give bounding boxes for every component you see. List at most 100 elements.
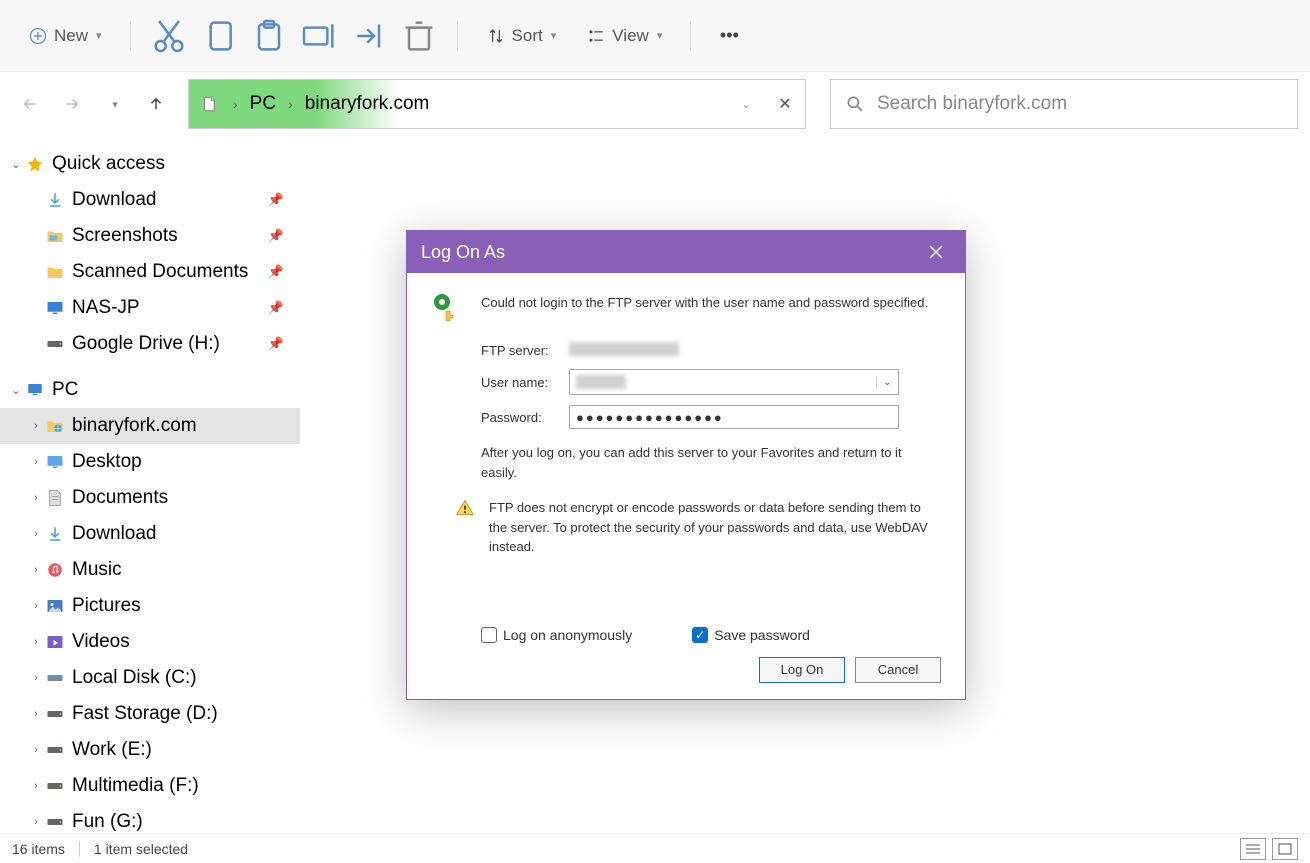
sidebar-item[interactable]: Google Drive (H:)📌 <box>0 326 300 362</box>
ftp-server-value <box>569 342 679 356</box>
sidebar-item[interactable]: Download📌 <box>0 182 300 218</box>
new-button[interactable]: New ▾ <box>18 20 112 52</box>
sidebar-item[interactable]: NAS-JP 📌 <box>0 290 300 326</box>
chevron-down-icon[interactable]: ⌄ <box>8 384 24 397</box>
desktop-icon <box>44 454 66 470</box>
dialog-warning: FTP does not encrypt or encode passwords… <box>489 498 941 557</box>
search-input[interactable] <box>877 93 1283 115</box>
sort-button[interactable]: Sort ▾ <box>476 20 567 52</box>
status-selection: 1 item selected <box>94 841 188 857</box>
pictures-icon <box>44 598 66 614</box>
chevron-down-icon[interactable]: ⌄ <box>8 158 24 171</box>
address-dropdown[interactable]: ⌄ <box>725 80 765 128</box>
sidebar-item[interactable]: › Work (E:) <box>0 732 300 768</box>
address-bar[interactable]: › PC › binaryfork.com ⌄ ✕ <box>188 79 806 129</box>
chevron-right-icon[interactable]: › <box>284 96 297 112</box>
sidebar-item[interactable]: › Documents <box>0 480 300 516</box>
sidebar-pc[interactable]: ⌄ PC <box>0 372 300 408</box>
sidebar-item[interactable]: ›Music <box>0 552 300 588</box>
status-bar: 16 items 1 item selected <box>0 833 1310 863</box>
chevron-right-icon[interactable]: › <box>28 780 44 792</box>
crumb-pc[interactable]: PC <box>242 93 284 115</box>
sidebar-item-label: Fun (G:) <box>72 811 143 833</box>
chevron-right-icon[interactable]: › <box>28 528 44 540</box>
sidebar-item[interactable]: Screenshots📌 <box>0 218 300 254</box>
more-icon[interactable]: ••• <box>709 16 749 56</box>
logon-button[interactable]: Log On <box>759 657 845 683</box>
details-view-button[interactable] <box>1240 838 1266 860</box>
chevron-right-icon[interactable]: › <box>28 564 44 576</box>
anon-label: Log on anonymously <box>503 627 632 643</box>
pin-icon[interactable]: 📌 <box>268 192 284 208</box>
anon-checkbox[interactable]: Log on anonymously <box>481 627 632 643</box>
sidebar-item[interactable]: ›Download <box>0 516 300 552</box>
cut-icon[interactable] <box>149 16 189 56</box>
chevron-down-icon[interactable]: ⌄ <box>876 377 898 388</box>
share-icon[interactable] <box>349 16 389 56</box>
pin-icon[interactable]: 📌 <box>268 228 284 244</box>
chevron-down-icon: ▾ <box>657 29 663 42</box>
sidebar-item-label: binaryfork.com <box>72 415 197 437</box>
dialog-message: Could not login to the FTP server with t… <box>481 291 941 328</box>
chevron-right-icon[interactable]: › <box>28 816 44 828</box>
password-field[interactable]: ●●●●●●●●●●●●●●● <box>569 405 899 429</box>
forward-button[interactable] <box>54 86 90 122</box>
sidebar-item[interactable]: ›Local Disk (C:) <box>0 660 300 696</box>
location-icon <box>189 94 229 114</box>
sidebar-item[interactable]: ›Fast Storage (D:) <box>0 696 300 732</box>
save-password-checkbox[interactable]: ✓ Save password <box>692 627 810 643</box>
folder-icon <box>44 264 66 280</box>
sidebar-item-label: NAS-JP <box>72 297 140 319</box>
folder-img-icon <box>44 228 66 244</box>
chevron-right-icon[interactable]: › <box>28 672 44 684</box>
chevron-right-icon[interactable]: › <box>28 600 44 612</box>
pin-icon[interactable]: 📌 <box>268 264 284 280</box>
sidebar-quick-access[interactable]: ⌄ Quick access <box>0 146 300 182</box>
new-label: New <box>54 26 88 46</box>
sidebar-item[interactable]: › Multimedia (F:) <box>0 768 300 804</box>
username-label: User name: <box>481 375 569 390</box>
rename-icon[interactable] <box>299 16 339 56</box>
delete-icon[interactable] <box>399 16 439 56</box>
search-icon <box>845 94 865 114</box>
back-button[interactable] <box>12 86 48 122</box>
sidebar-item[interactable]: ›Videos <box>0 624 300 660</box>
chevron-right-icon[interactable]: › <box>28 492 44 504</box>
chevron-right-icon[interactable]: › <box>28 456 44 468</box>
sidebar-item[interactable]: › Desktop <box>0 444 300 480</box>
icons-view-button[interactable] <box>1272 838 1298 860</box>
globe-icon <box>44 417 66 435</box>
warning-icon <box>455 498 477 557</box>
search-box[interactable] <box>830 79 1298 129</box>
chevron-right-icon[interactable]: › <box>28 636 44 648</box>
checkbox-checked-icon: ✓ <box>692 627 708 643</box>
copy-icon[interactable] <box>199 16 239 56</box>
monitor-icon <box>44 300 66 316</box>
paste-icon[interactable] <box>249 16 289 56</box>
pin-icon[interactable]: 📌 <box>268 300 284 316</box>
sidebar-item-label: Desktop <box>72 451 142 473</box>
chevron-right-icon[interactable]: › <box>229 96 242 112</box>
chevron-right-icon[interactable]: › <box>28 744 44 756</box>
sidebar-item[interactable]: › binaryfork.com <box>0 408 300 444</box>
address-close[interactable]: ✕ <box>765 80 805 128</box>
close-button[interactable] <box>921 237 951 267</box>
view-button[interactable]: View ▾ <box>576 20 672 52</box>
sidebar-item[interactable]: Scanned Documents📌 <box>0 254 300 290</box>
sidebar-item-label: Work (E:) <box>72 739 152 761</box>
crumb-loc[interactable]: binaryfork.com <box>297 93 438 115</box>
download-icon <box>44 525 66 543</box>
drive-icon <box>44 743 66 757</box>
sidebar-item-label: Multimedia (F:) <box>72 775 199 797</box>
chevron-right-icon[interactable]: › <box>28 420 44 432</box>
drive-icon <box>44 337 66 351</box>
username-combo[interactable]: ⌄ <box>569 369 899 395</box>
chevron-right-icon[interactable]: › <box>28 708 44 720</box>
sidebar-item-label: Documents <box>72 487 168 509</box>
cancel-button[interactable]: Cancel <box>855 657 941 683</box>
up-button[interactable] <box>138 86 174 122</box>
recent-dropdown[interactable]: ▾ <box>96 86 132 122</box>
pin-icon[interactable]: 📌 <box>268 336 284 352</box>
sidebar-item[interactable]: › Fun (G:) <box>0 804 300 833</box>
sidebar-item[interactable]: ›Pictures <box>0 588 300 624</box>
